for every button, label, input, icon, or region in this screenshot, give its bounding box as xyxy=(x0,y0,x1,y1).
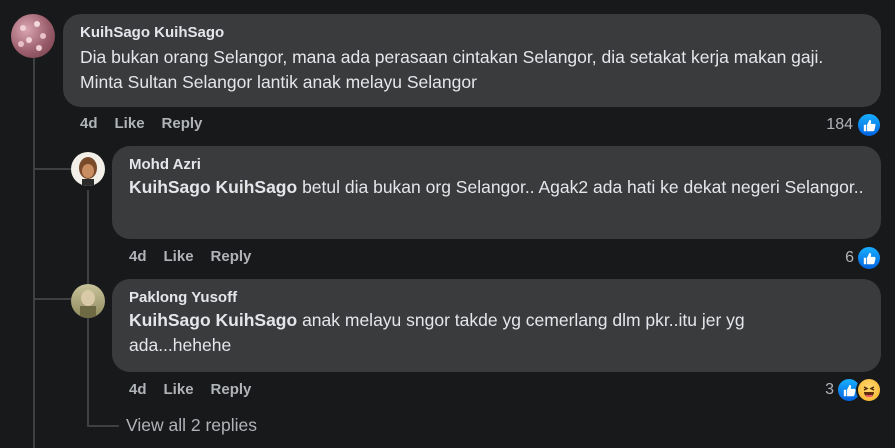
reply-time[interactable]: 4d xyxy=(129,248,147,265)
reaction-summary[interactable]: 184 xyxy=(826,112,882,138)
mention-link[interactable]: KuihSago KuihSago xyxy=(129,310,297,330)
like-button[interactable]: Like xyxy=(115,115,145,132)
comment-actions: 4d Like Reply xyxy=(80,115,219,132)
avatar-portrait-icon xyxy=(80,290,96,318)
comment-author[interactable]: KuihSago KuihSago xyxy=(80,24,864,41)
reply-time[interactable]: 4d xyxy=(129,381,147,398)
reply-button[interactable]: Reply xyxy=(162,115,203,132)
comment-time[interactable]: 4d xyxy=(80,115,98,132)
reaction-summary[interactable]: 6 xyxy=(845,245,882,271)
reply-bubble: Mohd Azri KuihSago KuihSago betul dia bu… xyxy=(112,146,881,239)
reaction-count: 6 xyxy=(845,249,854,266)
reply-button[interactable]: Reply xyxy=(211,381,252,398)
thread-line-main xyxy=(33,58,35,448)
like-button[interactable]: Like xyxy=(164,248,194,265)
mention-link[interactable]: KuihSago KuihSago xyxy=(129,177,297,197)
thread-connector-view-replies xyxy=(87,425,119,427)
like-button[interactable]: Like xyxy=(164,381,194,398)
like-reaction-icon xyxy=(856,245,882,271)
view-all-replies-link[interactable]: View all 2 replies xyxy=(126,415,257,436)
reaction-summary[interactable]: 3 xyxy=(825,377,882,403)
comment-text: Dia bukan orang Selangor, mana ada peras… xyxy=(80,47,824,92)
reaction-count: 3 xyxy=(825,381,834,398)
haha-reaction-icon xyxy=(856,377,882,403)
reply-text: KuihSago KuihSago betul dia bukan org Se… xyxy=(129,175,869,200)
avatar[interactable] xyxy=(11,14,55,58)
comment-bubble: KuihSago KuihSago Dia bukan orang Selang… xyxy=(63,14,881,107)
reply-actions: 4d Like Reply xyxy=(129,248,268,265)
reply-actions: 4d Like Reply xyxy=(129,381,268,398)
reaction-count: 184 xyxy=(826,116,853,133)
thread-connector-reply-1 xyxy=(33,168,71,170)
reply-text-content: betul dia bukan org Selangor.. Agak2 ada… xyxy=(297,177,864,197)
avatar-portrait-icon xyxy=(79,157,97,186)
avatar-pattern-icon xyxy=(18,21,46,51)
reply-bubble: Paklong Yusoff KuihSago KuihSago anak me… xyxy=(112,279,881,372)
reply-author[interactable]: Paklong Yusoff xyxy=(129,289,864,306)
avatar[interactable] xyxy=(71,152,105,186)
like-reaction-icon xyxy=(856,112,882,138)
reply-text: KuihSago KuihSago anak melayu sngor takd… xyxy=(129,308,849,358)
thread-connector-reply-2 xyxy=(33,298,71,300)
avatar[interactable] xyxy=(71,284,105,318)
reply-button[interactable]: Reply xyxy=(211,248,252,265)
reply-author[interactable]: Mohd Azri xyxy=(129,156,864,173)
